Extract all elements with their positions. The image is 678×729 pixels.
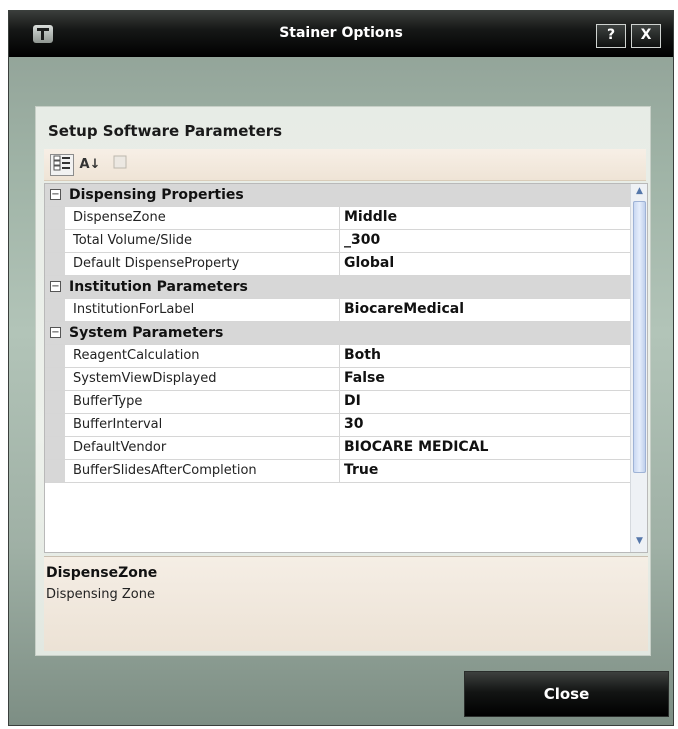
property-row[interactable]: Default DispenseProperty Global — [45, 253, 631, 276]
property-row[interactable]: BufferInterval 30 — [45, 414, 631, 437]
property-row[interactable]: BufferSlidesAfterCompletion True — [45, 460, 631, 483]
property-name: Default DispenseProperty — [73, 256, 240, 271]
category-institution-parameters[interactable]: − Institution Parameters — [45, 276, 631, 299]
property-row[interactable]: ReagentCalculation Both — [45, 345, 631, 368]
row-gutter — [45, 230, 65, 252]
property-grid-toolbar: A↓ — [44, 149, 646, 181]
column-divider — [339, 253, 340, 275]
property-name: BufferType — [73, 394, 143, 409]
column-divider — [339, 368, 340, 390]
property-name: ReagentCalculation — [73, 348, 200, 363]
property-row[interactable]: DispenseZone Middle — [45, 207, 631, 230]
column-divider — [339, 207, 340, 229]
row-gutter — [45, 460, 65, 482]
column-divider — [339, 230, 340, 252]
column-divider — [339, 437, 340, 459]
column-divider — [339, 345, 340, 367]
row-gutter — [45, 368, 65, 390]
row-gutter — [45, 299, 65, 321]
alphabetical-sort-icon[interactable]: A↓ — [78, 154, 102, 176]
row-gutter — [45, 391, 65, 413]
category-label: Dispensing Properties — [69, 187, 244, 203]
title-bar[interactable]: Stainer Options ? X — [9, 11, 673, 57]
close-window-button[interactable]: X — [631, 24, 661, 48]
property-grid[interactable]: − Dispensing Properties DispenseZone Mid… — [44, 183, 648, 553]
row-gutter — [45, 414, 65, 436]
column-divider — [339, 299, 340, 321]
property-name: BufferSlidesAfterCompletion — [73, 463, 257, 478]
property-name: InstitutionForLabel — [73, 302, 195, 317]
property-name: BufferInterval — [73, 417, 163, 432]
property-value[interactable]: BIOCARE MEDICAL — [344, 439, 488, 455]
collapse-toggle-icon[interactable]: − — [50, 327, 61, 338]
column-divider — [339, 391, 340, 413]
property-row[interactable]: InstitutionForLabel BiocareMedical — [45, 299, 631, 322]
category-dispensing-properties[interactable]: − Dispensing Properties — [45, 184, 631, 207]
row-gutter — [45, 207, 65, 229]
property-value[interactable]: Global — [344, 255, 394, 271]
window-title: Stainer Options — [279, 25, 403, 41]
property-name: SystemViewDisplayed — [73, 371, 217, 386]
property-row[interactable]: DefaultVendor BIOCARE MEDICAL — [45, 437, 631, 460]
property-value[interactable]: Middle — [344, 209, 397, 225]
property-row[interactable]: SystemViewDisplayed False — [45, 368, 631, 391]
scroll-up-icon[interactable]: ▲ — [633, 186, 646, 200]
scroll-thumb[interactable] — [633, 201, 646, 473]
category-system-parameters[interactable]: − System Parameters — [45, 322, 631, 345]
property-value[interactable]: 30 — [344, 416, 363, 432]
close-button[interactable]: Close — [464, 671, 669, 717]
vertical-scrollbar[interactable]: ▲ ▼ — [630, 184, 647, 552]
column-divider — [339, 460, 340, 482]
property-row[interactable]: Total Volume/Slide _300 — [45, 230, 631, 253]
property-name: DefaultVendor — [73, 440, 167, 455]
category-label: System Parameters — [69, 325, 224, 341]
stainer-options-window: Stainer Options ? X Setup Software Param… — [8, 10, 674, 726]
description-title: DispenseZone — [46, 565, 158, 581]
property-value[interactable]: False — [344, 370, 385, 386]
help-button[interactable]: ? — [596, 24, 626, 48]
scroll-down-icon[interactable]: ▼ — [633, 536, 646, 550]
row-gutter — [45, 437, 65, 459]
property-value[interactable]: BiocareMedical — [344, 301, 464, 317]
row-gutter — [45, 253, 65, 275]
column-divider — [339, 414, 340, 436]
property-value[interactable]: _300 — [344, 232, 380, 248]
settings-panel: Setup Software Parameters A↓ − Dispensin… — [35, 106, 651, 656]
property-name: DispenseZone — [73, 210, 166, 225]
categorized-view-icon[interactable] — [50, 154, 74, 176]
collapse-toggle-icon[interactable]: − — [50, 189, 61, 200]
description-pane: DispenseZone Dispensing Zone — [44, 556, 648, 651]
row-gutter — [45, 345, 65, 367]
collapse-toggle-icon[interactable]: − — [50, 281, 61, 292]
panel-heading: Setup Software Parameters — [48, 122, 283, 140]
description-text: Dispensing Zone — [46, 587, 155, 602]
property-name: Total Volume/Slide — [73, 233, 192, 248]
property-pages-icon[interactable] — [108, 154, 132, 176]
category-label: Institution Parameters — [69, 279, 248, 295]
property-row[interactable]: BufferType DI — [45, 391, 631, 414]
property-value[interactable]: True — [344, 462, 378, 478]
property-value[interactable]: Both — [344, 347, 381, 363]
property-value[interactable]: DI — [344, 393, 361, 409]
